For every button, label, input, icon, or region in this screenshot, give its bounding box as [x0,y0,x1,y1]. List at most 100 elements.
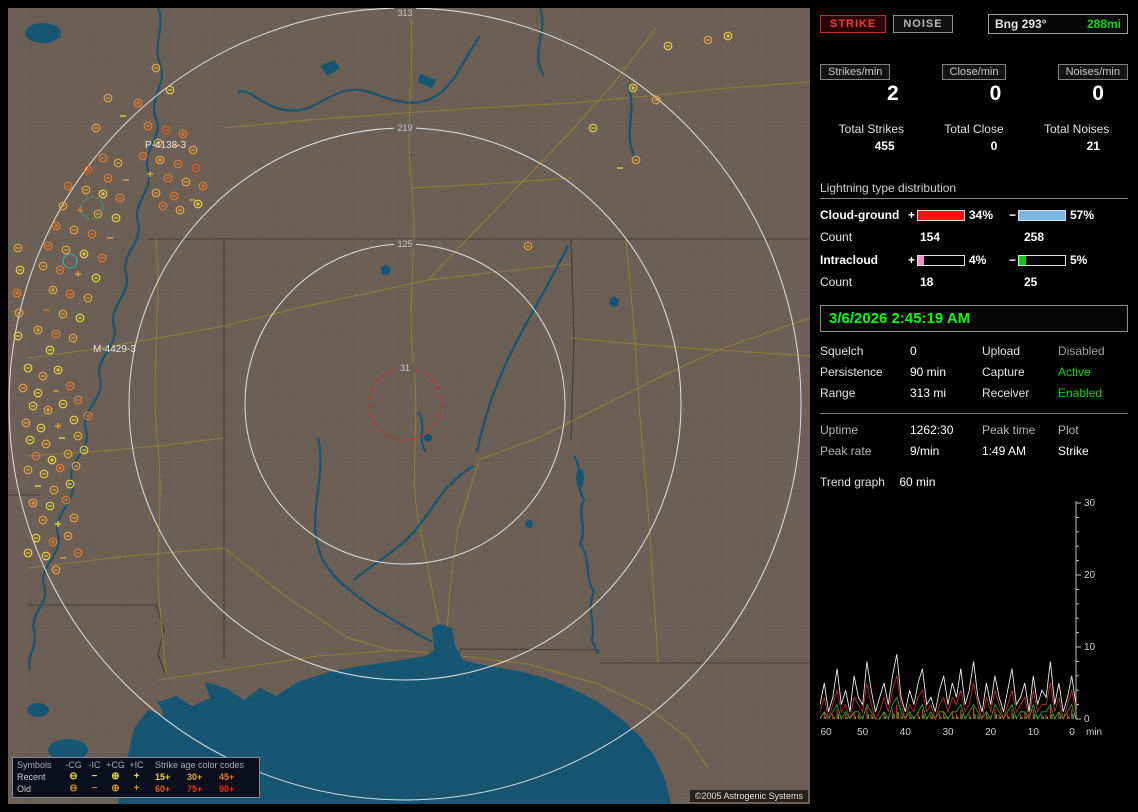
plus-sign: + [907,253,915,267]
legend-old-ages: 60+ 75+ 90+ [155,783,235,794]
status-panel: STRIKE NOISE Bng 293° 288mi Strikes/min … [818,8,1130,804]
close-per-min-label: Close/min [941,64,1007,80]
map-panel[interactable]: 313 219 125 31 P-4138-3 M-4429-3 Symbols -CG… [8,8,810,804]
svg-text:219: 219 [397,123,412,133]
svg-text:125: 125 [397,239,412,249]
receiver-status: Enabled [1058,386,1103,400]
ic-negative-pct: 5% [1070,253,1088,267]
trend-graph: 30 20 10 0 60 50 40 30 20 10 0 min [819,497,1128,748]
svg-text:0: 0 [1084,714,1090,725]
close-per-min-value: 0 [989,82,1002,105]
legend-row-recent-label: Recent [17,771,46,782]
cg-positive-pct: 34% [969,208,994,222]
plus-ic-icon: + [133,783,140,794]
legend-age-header: Strike age color codes [155,760,245,770]
peak-rate-value: 9/min [910,444,940,458]
cg-positive-count: 154 [920,230,941,244]
peak-time-label: Peak time [982,423,1036,437]
bearing-distance: 288mi [1086,17,1121,31]
intracloud-row: Intracloud + 4% − 5% [820,253,1128,267]
noises-per-min-label: Noises/min [1057,64,1128,80]
uptime-label: Uptime [820,423,859,437]
persistence-label: Persistence [820,365,883,379]
minus-ic-icon: − [91,771,98,782]
bearing-readout: Bng 293° 288mi [988,14,1128,34]
plus-ic-icon: + [133,771,140,782]
svg-text:30: 30 [1084,498,1096,509]
minus-sign: − [1008,208,1016,222]
minus-sign: − [1008,253,1016,267]
count-label: Count [820,275,853,289]
capture-status: Active [1058,365,1091,379]
svg-text:20: 20 [1084,570,1096,581]
minus-cg-icon: ⊖ [69,771,78,782]
svg-text:50: 50 [857,727,869,738]
rate-label-row: Strikes/min Close/min Noises/min [820,64,1128,80]
range-value: 313 mi [910,386,947,400]
count-label: Count [820,230,853,244]
legend-row-old-label: Old [17,783,32,794]
noise-button[interactable]: NOISE [893,15,953,33]
nexstorm-window: 313 219 125 31 P-4138-3 M-4429-3 Symbols -CG… [0,0,1138,812]
plus-cg-icon: ⊕ [111,783,120,794]
intracloud-counts: Count 18 25 [820,275,1128,289]
map-canvas[interactable]: 313 219 125 31 P-4138-3 M-4429-3 [8,8,810,804]
legend-column-headers: -CG -IC +CG +IC [65,760,144,770]
ic-positive-bar [917,254,965,266]
upload-label: Upload [982,344,1021,358]
noises-per-min-value: 0 [1092,82,1104,105]
plot-label: Plot [1058,423,1079,437]
map-legend: Symbols -CG -IC +CG +IC Strike age color… [12,757,260,798]
trend-graph-canvas: 30 20 10 0 60 50 40 30 20 10 0 min [819,498,1102,738]
svg-text:31: 31 [400,363,410,373]
plus-sign: + [907,208,915,222]
cg-negative-bar [1018,209,1066,221]
stats-grid: Uptime 1262:30 Peak time Plot Peak rate … [820,423,1128,458]
peak-time-value: 1:49 AM [982,444,1027,458]
bearing-value: Bng 293° [995,17,1047,31]
trend-graph-span: 60 min [899,475,936,489]
squelch-label: Squelch [820,344,864,358]
total-close-value: 0 [990,139,998,153]
copyright-text: ©2005 Astrogenic Systems [689,790,808,802]
cloud-ground-counts: Count 154 258 [820,230,1128,244]
strike-button[interactable]: STRIKE [820,15,887,33]
rate-value-row: 2 0 0 [820,82,1128,106]
top-toolbar: STRIKE NOISE Bng 293° 288mi [820,14,1128,34]
strikes-per-min-label: Strikes/min [820,64,891,80]
squelch-value: 0 [910,344,917,358]
ic-positive-pct: 4% [969,253,987,267]
intracloud-label: Intracloud [820,253,879,267]
plus-cg-icon: ⊕ [111,771,120,782]
persistence-value: 90 min [910,365,947,379]
strikes-per-min-value: 2 [886,82,899,105]
totals-row: Total Strikes Total Close Total Noises 4… [820,122,1128,153]
uptime-value: 1262:30 [910,423,954,437]
svg-text:20: 20 [985,727,997,738]
svg-text:313: 313 [397,8,412,18]
total-strikes-value: 455 [874,139,895,153]
ic-positive-count: 18 [920,275,934,289]
ic-negative-bar [1018,254,1066,266]
svg-text:P-4138-3: P-4138-3 [145,140,187,151]
distribution-title: Lightning type distribution [820,181,1128,199]
svg-text:10: 10 [1084,642,1096,653]
svg-text:min: min [1086,727,1102,738]
cg-negative-pct: 57% [1070,208,1095,222]
total-noises-value: 21 [1086,139,1100,153]
datetime-display: 3/6/2026 2:45:19 AM [820,305,1128,332]
total-close-label: Total Close [944,122,1004,136]
range-label: Range [820,386,856,400]
legend-recent-symbols: ⊖ − ⊕ + [63,771,155,782]
plot-value: Strike [1058,444,1089,458]
legend-old-symbols: ⊖ − ⊕ + [63,783,155,794]
trend-graph-row: Trend graph 60 min [820,475,1128,489]
svg-text:M-4429-3: M-4429-3 [93,344,136,355]
svg-text:60: 60 [820,727,832,738]
cloud-ground-row: Cloud-ground + 34% − 57% [820,208,1128,222]
total-strikes-label: Total Strikes [838,122,904,136]
ic-negative-count: 25 [1024,275,1038,289]
svg-text:10: 10 [1028,727,1040,738]
minus-cg-icon: ⊖ [69,783,78,794]
cloud-ground-label: Cloud-ground [820,208,900,222]
